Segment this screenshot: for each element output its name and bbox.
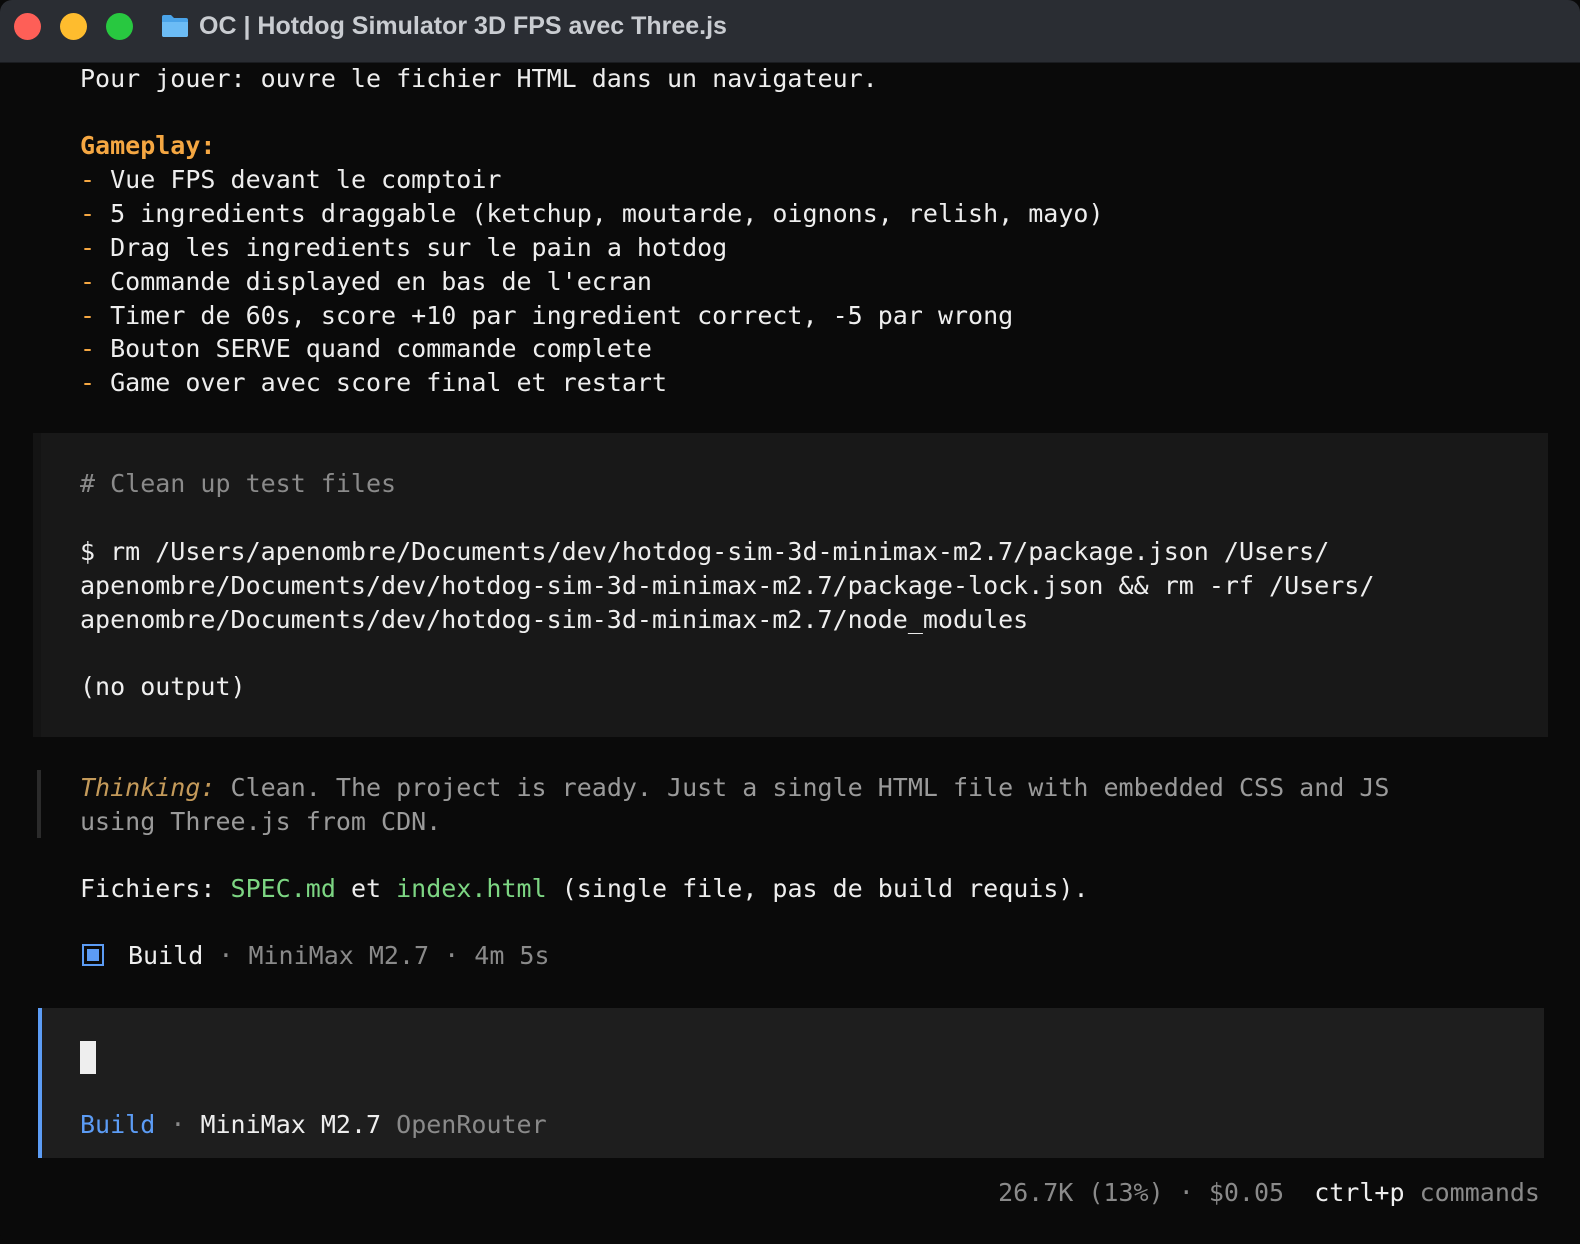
build-model: MiniMax M2.7 xyxy=(248,941,430,970)
command-line: apenombre/Documents/dev/hotdog-sim-3d-mi… xyxy=(80,605,1029,634)
terminal-window: OC | Hotdog Simulator 3D FPS avec Three.… xyxy=(0,0,1580,1244)
bullet-dash: - xyxy=(80,368,96,397)
file-link-spec[interactable]: SPEC.md xyxy=(231,874,336,903)
separator: · xyxy=(218,941,234,970)
status-bar: 26.7K (13%) · $0.05 ctrl+p commands xyxy=(998,1176,1540,1210)
shortcut-label: commands xyxy=(1419,1178,1540,1207)
file-link-index[interactable]: index.html xyxy=(396,874,547,903)
list-item: - Drag les ingredients sur le pain a hot… xyxy=(80,231,727,265)
agent-mode[interactable]: Build xyxy=(80,1110,155,1139)
close-window-button[interactable] xyxy=(14,13,41,40)
separator: · xyxy=(170,1110,186,1139)
list-item: - Timer de 60s, score +10 par ingredient… xyxy=(80,299,1013,333)
thinking-text: Clean. The project is ready. Just a sing… xyxy=(230,773,1390,802)
bullet-dash: - xyxy=(80,199,96,228)
bullet-dash: - xyxy=(80,233,96,262)
files-joiner: et xyxy=(350,874,382,903)
files-prefix: Fichiers: xyxy=(80,874,216,903)
files-suffix: (single file, pas de build requis). xyxy=(561,874,1089,903)
bullet-dash: - xyxy=(80,301,96,330)
list-item-text: Commande displayed en bas de l'ecran xyxy=(110,267,652,296)
command-line: $ rm /Users/apenombre/Documents/dev/hotd… xyxy=(80,537,1330,566)
thinking-line: Thinking: Clean. The project is ready. J… xyxy=(80,771,1389,805)
bullet-dash: - xyxy=(80,165,96,194)
terminal-content: Pour jouer: ouvre le fichier HTML dans u… xyxy=(0,62,1580,1244)
thinking-label: Thinking: xyxy=(80,773,216,802)
thinking-line: using Three.js from CDN. xyxy=(80,807,442,836)
list-item: - Commande displayed en bas de l'ecran xyxy=(80,265,652,299)
list-item-text: Drag les ingredients sur le pain a hotdo… xyxy=(110,233,728,262)
list-item-text: Timer de 60s, score +10 par ingredient c… xyxy=(110,301,1014,330)
folder-icon xyxy=(162,15,188,37)
intro-text: Pour jouer: ouvre le fichier HTML dans u… xyxy=(80,64,878,93)
bullet-dash: - xyxy=(80,267,96,296)
build-mode: Build xyxy=(128,941,204,970)
bullet-dash: - xyxy=(80,334,96,363)
list-item: - Vue FPS devant le comptoir xyxy=(80,163,501,197)
token-usage: 26.7K (13%) xyxy=(998,1178,1164,1207)
title-bar: OC | Hotdog Simulator 3D FPS avec Three.… xyxy=(0,0,1580,63)
files-line: Fichiers: SPEC.md et index.html (single … xyxy=(80,872,1089,906)
tool-comment: # Clean up test files xyxy=(80,469,397,498)
zoom-window-button[interactable] xyxy=(106,13,133,40)
gameplay-heading: Gameplay: xyxy=(80,131,216,160)
thinking-bar xyxy=(37,770,41,838)
separator: · xyxy=(1178,1178,1194,1207)
text-cursor xyxy=(80,1041,96,1074)
prompt-footer: Build · MiniMax M2.7 OpenRouter xyxy=(80,1108,547,1142)
list-item: - 5 ingredients draggable (ketchup, mout… xyxy=(80,197,1104,231)
session-cost: $0.05 xyxy=(1208,1178,1285,1207)
list-item-text: Bouton SERVE quand commande complete xyxy=(110,334,652,363)
list-item-text: 5 ingredients draggable (ketchup, moutar… xyxy=(110,199,1104,228)
build-summary: Build · MiniMax M2.7 · 4m 5s xyxy=(128,939,550,973)
list-item: - Bouton SERVE quand commande complete xyxy=(80,332,652,366)
build-square-icon xyxy=(82,944,104,966)
shortcut-key[interactable]: ctrl+p xyxy=(1314,1178,1404,1207)
window-title: OC | Hotdog Simulator 3D FPS avec Three.… xyxy=(199,12,727,40)
build-duration: 4m 5s xyxy=(474,941,550,970)
separator: · xyxy=(444,941,460,970)
list-item-text: Game over avec score final et restart xyxy=(110,368,668,397)
model-name[interactable]: MiniMax M2.7 xyxy=(200,1110,381,1139)
command-output: (no output) xyxy=(80,672,246,701)
list-item-text: Vue FPS devant le comptoir xyxy=(110,165,502,194)
minimize-window-button[interactable] xyxy=(60,13,87,40)
list-item: - Game over avec score final et restart xyxy=(80,366,667,400)
provider-name: OpenRouter xyxy=(396,1110,547,1139)
command-line: apenombre/Documents/dev/hotdog-sim-3d-mi… xyxy=(80,571,1375,600)
